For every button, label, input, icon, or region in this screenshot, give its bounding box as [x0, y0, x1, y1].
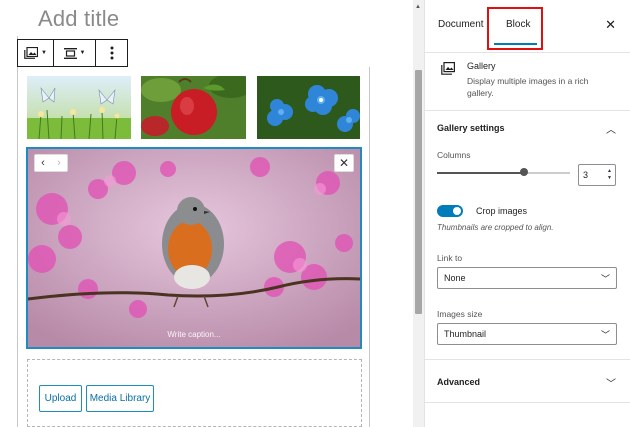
- block-card: Gallery Display multiple images in a ric…: [425, 53, 630, 111]
- chevron-down-icon: ▼: [41, 50, 47, 56]
- image-size-value: Thumbnail: [444, 329, 487, 339]
- image-size-label: Images size: [437, 309, 483, 319]
- selected-gallery-image-bird[interactable]: ‹ › ✕ Write caption...: [26, 147, 362, 349]
- arrow-right-icon[interactable]: ›: [57, 157, 61, 169]
- editor-canvas: Add title ▼ ▼ ‹ › ✕ Write caption... Upl…: [0, 0, 413, 427]
- active-tab-indicator: [494, 43, 537, 45]
- stepper-arrows-icon[interactable]: ▲ ▼: [607, 168, 612, 182]
- gallery-icon: [24, 47, 39, 59]
- media-library-button[interactable]: Media Library: [86, 385, 154, 412]
- image-size-select[interactable]: Thumbnail ﹀: [437, 323, 617, 345]
- close-icon: ✕: [338, 156, 350, 170]
- link-to-label: Link to: [437, 253, 463, 263]
- chevron-down-icon[interactable]: ﹀: [606, 375, 616, 390]
- chevron-down-icon: ﹀: [600, 330, 610, 340]
- image-caption-input[interactable]: Write caption...: [28, 330, 360, 339]
- tab-block[interactable]: Block: [506, 19, 530, 30]
- gallery-image-blue-flowers[interactable]: [257, 76, 360, 139]
- close-sidebar-button[interactable]: ✕: [605, 17, 616, 33]
- panel-divider: [425, 402, 630, 403]
- advanced-panel-heading[interactable]: Advanced: [437, 377, 480, 387]
- chevron-up-icon[interactable]: ︿: [606, 121, 616, 136]
- tab-document[interactable]: Document: [438, 19, 484, 30]
- gallery-block[interactable]: ‹ › ✕ Write caption... Upload Media Libr…: [17, 67, 370, 427]
- more-options-button[interactable]: [96, 40, 127, 66]
- columns-number-input[interactable]: 3 ▲ ▼: [578, 164, 616, 186]
- chevron-down-icon: ﹀: [600, 274, 610, 284]
- remove-image-button[interactable]: ✕: [334, 154, 354, 172]
- link-to-select[interactable]: None ﹀: [437, 267, 617, 289]
- columns-label: Columns: [437, 150, 471, 160]
- crop-images-toggle[interactable]: [437, 205, 463, 217]
- scroll-up-icon[interactable]: ▲: [415, 4, 421, 10]
- block-description: Display multiple images in a rich galler…: [467, 76, 589, 98]
- columns-slider[interactable]: [437, 172, 570, 174]
- gallery-settings-heading[interactable]: Gallery settings: [437, 123, 505, 133]
- crop-images-help: Thumbnails are cropped to align.: [437, 223, 554, 232]
- columns-slider-handle[interactable]: [520, 168, 528, 176]
- gallery-upload-placeholder: Upload Media Library: [27, 359, 362, 427]
- gallery-image-apple[interactable]: [141, 76, 246, 139]
- change-block-type-button[interactable]: ▼: [18, 40, 54, 66]
- scrollbar-thumb[interactable]: [415, 70, 422, 314]
- align-center-icon: [63, 47, 77, 59]
- crop-images-label: Crop images: [476, 206, 528, 216]
- columns-value: 3: [583, 170, 589, 180]
- sidebar-tabs: Document Block ✕: [425, 0, 630, 53]
- chevron-down-icon: ▼: [79, 50, 86, 56]
- settings-sidebar: Document Block ✕ Gallery Display multipl…: [424, 0, 630, 427]
- more-vertical-icon: [110, 46, 113, 60]
- align-button[interactable]: ▼: [54, 40, 96, 66]
- editor-scrollbar[interactable]: ▲: [413, 0, 424, 427]
- post-title[interactable]: Add title: [38, 6, 119, 32]
- toggle-knob: [453, 207, 461, 215]
- upload-button[interactable]: Upload: [39, 385, 82, 412]
- link-to-value: None: [444, 273, 466, 283]
- block-toolbar: ▼ ▼: [17, 39, 128, 67]
- block-title: Gallery: [467, 61, 496, 71]
- columns-slider-fill: [437, 172, 524, 174]
- gallery-icon: [441, 62, 455, 75]
- arrow-left-icon[interactable]: ‹: [41, 157, 45, 169]
- image-move-controls[interactable]: ‹ ›: [34, 154, 68, 172]
- gallery-image-butterflies[interactable]: [27, 76, 131, 139]
- panel-divider: [425, 359, 630, 360]
